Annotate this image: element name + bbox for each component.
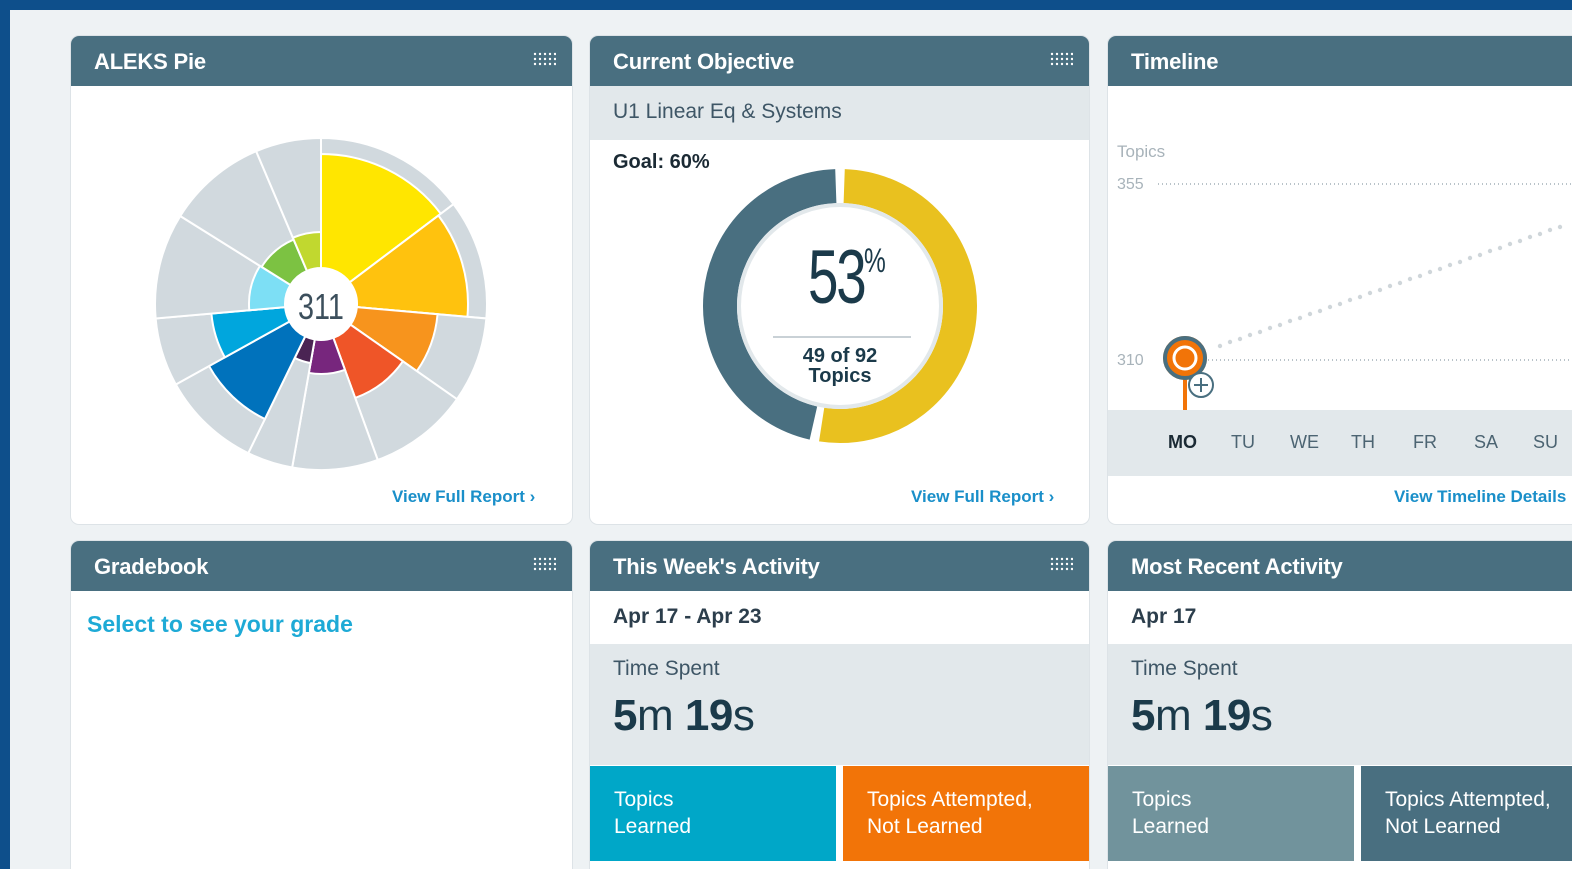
card-header: Most Recent Activity bbox=[1108, 541, 1572, 591]
topics-attempted-tile[interactable]: Topics Attempted, Not Learned bbox=[843, 766, 1089, 861]
progress-percent: 53% bbox=[807, 235, 886, 320]
time-spent-box: Time Spent 5m 19s bbox=[1108, 645, 1572, 765]
see-grade-link[interactable]: Select to see your grade bbox=[87, 611, 353, 638]
most-recent-activity-card: Most Recent Activity Apr 17 Time Spent 5… bbox=[1108, 541, 1572, 869]
add-topic-icon[interactable] bbox=[1186, 370, 1216, 400]
time-spent-value: 5m 19s bbox=[1131, 691, 1273, 740]
drag-handle-icon[interactable] bbox=[1049, 51, 1073, 67]
view-timeline-details-link[interactable]: View Timeline Details bbox=[1394, 487, 1566, 507]
timeline-days: MO TU WE TH FR SA SU bbox=[1108, 432, 1572, 456]
topics-count: 49 of 92 Topics bbox=[802, 345, 878, 387]
gradebook-card: Gradebook Select to see your grade bbox=[71, 541, 572, 869]
topics-learned-tile[interactable]: Topics Learned bbox=[1108, 766, 1354, 861]
pie-center-value: 311 bbox=[298, 286, 344, 327]
topics-learned-tile[interactable]: Topics Learned bbox=[590, 766, 836, 861]
drag-handle-icon[interactable] bbox=[532, 556, 556, 572]
day-label[interactable]: SU bbox=[1533, 432, 1558, 453]
card-title: This Week's Activity bbox=[613, 554, 820, 579]
time-spent-value: 5m 19s bbox=[613, 691, 755, 740]
view-full-report-link[interactable]: View Full Report › bbox=[911, 487, 1054, 507]
time-spent-box: Time Spent 5m 19s bbox=[590, 645, 1089, 765]
card-title: Gradebook bbox=[94, 554, 209, 579]
card-title: Timeline bbox=[1131, 49, 1219, 74]
day-label[interactable]: WE bbox=[1290, 432, 1319, 453]
time-spent-label: Time Spent bbox=[613, 657, 720, 680]
day-label[interactable]: SA bbox=[1474, 432, 1498, 453]
time-spent-label: Time Spent bbox=[1131, 657, 1238, 680]
aleks-pie-card: ALEKS Pie 311 View Full Report › bbox=[71, 36, 572, 524]
recent-date: Apr 17 bbox=[1108, 591, 1572, 645]
dashboard: ALEKS Pie 311 View Full Report › Current… bbox=[10, 10, 1572, 869]
timeline-card: Timeline Topics 355 310 MO TU WE TH FR S… bbox=[1108, 36, 1572, 524]
card-header: This Week's Activity bbox=[590, 541, 1089, 591]
day-label[interactable]: TU bbox=[1231, 432, 1255, 453]
card-header: Gradebook bbox=[71, 541, 572, 591]
card-header: Timeline bbox=[1108, 36, 1572, 86]
view-full-report-link[interactable]: View Full Report › bbox=[392, 487, 535, 507]
this-weeks-activity-card: This Week's Activity Apr 17 - Apr 23 Tim… bbox=[590, 541, 1089, 869]
day-label[interactable]: FR bbox=[1413, 432, 1437, 453]
card-header: ALEKS Pie bbox=[71, 36, 572, 86]
progress-divider bbox=[773, 336, 911, 338]
objective-name[interactable]: U1 Linear Eq & Systems bbox=[590, 86, 1089, 140]
drag-handle-icon[interactable] bbox=[532, 51, 556, 67]
card-title: Current Objective bbox=[613, 49, 795, 74]
card-title: ALEKS Pie bbox=[94, 49, 206, 74]
current-objective-card: Current Objective U1 Linear Eq & Systems… bbox=[590, 36, 1089, 524]
card-header: Current Objective bbox=[590, 36, 1089, 86]
day-label[interactable]: MO bbox=[1168, 432, 1197, 453]
drag-handle-icon[interactable] bbox=[1049, 556, 1073, 572]
card-title: Most Recent Activity bbox=[1131, 554, 1343, 579]
day-label[interactable]: TH bbox=[1351, 432, 1375, 453]
week-date-range: Apr 17 - Apr 23 bbox=[590, 591, 1089, 645]
topics-attempted-tile[interactable]: Topics Attempted, Not Learned bbox=[1361, 766, 1572, 861]
